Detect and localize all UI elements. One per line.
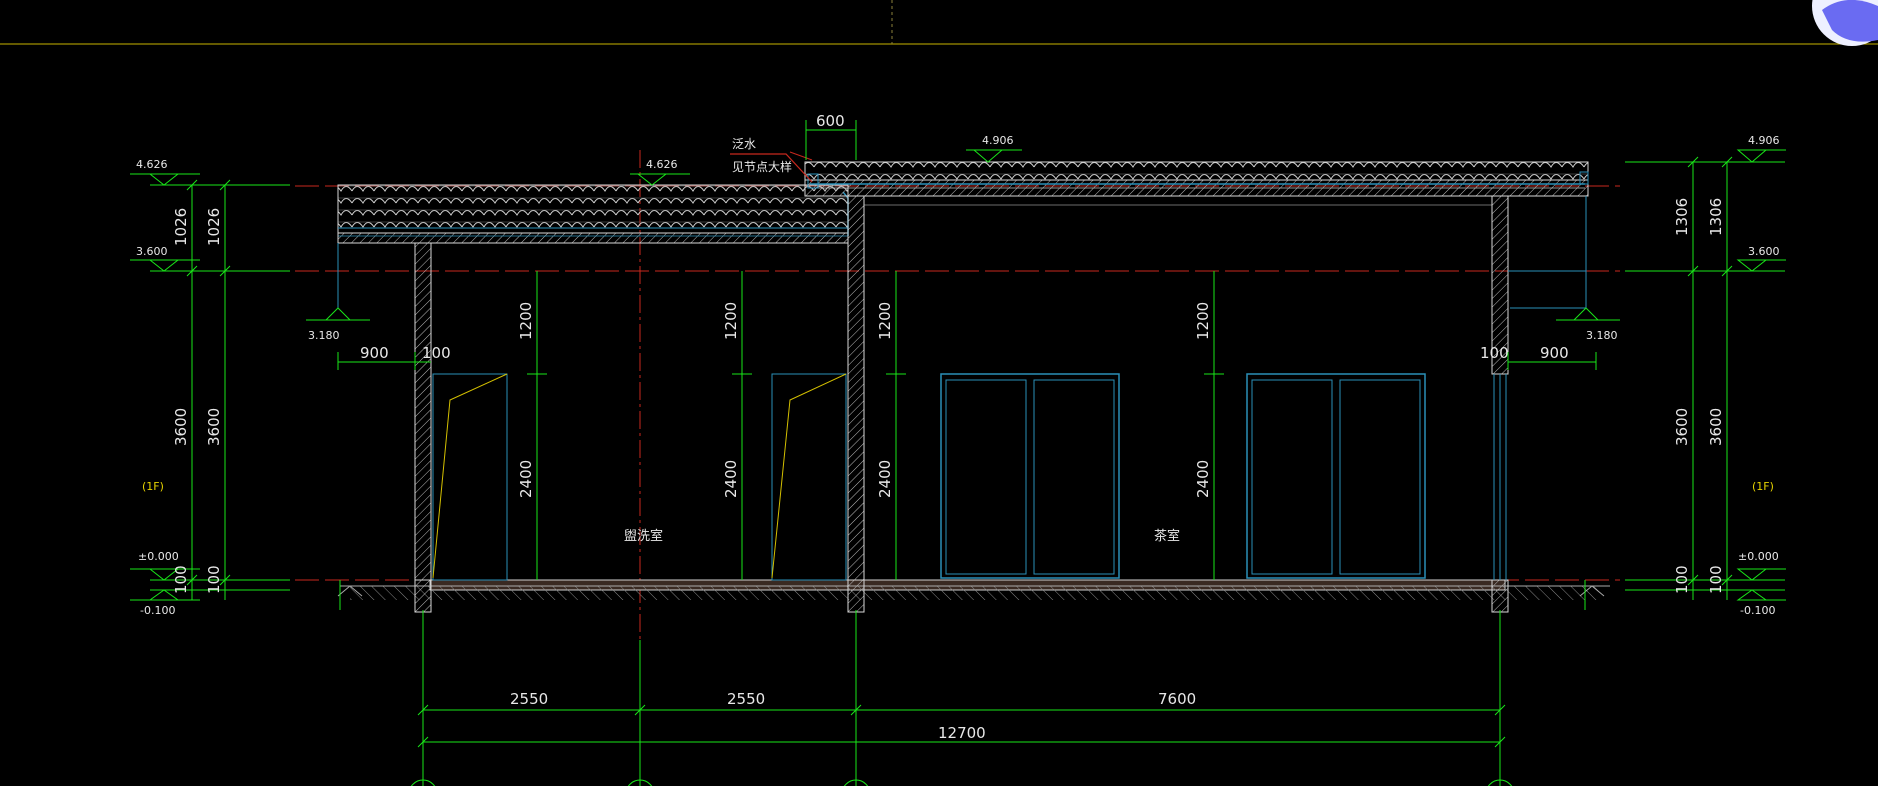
note-flashing: 泛水 [732,137,756,151]
dim-left-roof-b: 1026 [205,208,223,246]
room-tea-room: 茶室 [1154,528,1180,544]
level-left-roof-top: 4.626 [136,158,168,171]
level-right-outdoor: -0.100 [1740,604,1775,617]
dim-win-low-3: 2400 [876,460,894,498]
dim-bay-3: 7600 [1158,690,1196,708]
dim-win-top-3: 1200 [876,302,894,340]
section-drawing: 4.626 4.626 4.906 4.906 3.600 3.600 3.18… [0,0,1878,786]
level-right-soffit: 3.180 [1586,329,1618,342]
dim-right-base-b: 100 [1707,565,1725,594]
dim-left-wall: 100 [422,344,451,362]
dim-bay-1: 2550 [510,690,548,708]
centerlines [295,150,1620,786]
level-right-eave: 3.600 [1748,245,1780,258]
dim-win-low-1: 2400 [517,460,535,498]
dim-left-floor-b: 3600 [205,408,223,446]
floor-tag-left: (1F) [142,480,164,493]
dim-left-base-a: 100 [172,565,190,594]
level-left-ground: ±0.000 [138,550,179,563]
level-right-ground: ±0.000 [1738,550,1779,563]
dim-win-low-4: 2400 [1194,460,1212,498]
dim-win-top-4: 1200 [1194,302,1212,340]
dim-win-top-2: 1200 [722,302,740,340]
floor-tag-right: (1F) [1752,480,1774,493]
room-washroom: 盥洗室 [624,528,663,544]
dim-win-top-1: 1200 [517,302,535,340]
walls [414,195,1509,613]
viewport-header [0,0,1878,45]
level-right-roof-top-far: 4.906 [1748,134,1780,147]
dim-right-base-a: 100 [1673,565,1691,594]
dim-win-low-2: 2400 [722,460,740,498]
app-logo-icon[interactable] [1812,0,1878,46]
note-see-detail: 见节点大样 [732,159,792,174]
dim-right-floor-b: 3600 [1707,408,1725,446]
level-right-roof-top: 4.906 [982,134,1014,147]
level-left-outdoor: -0.100 [140,604,175,617]
dim-right-wall: 100 [1480,344,1509,362]
dim-right-roof-b: 1306 [1707,198,1725,236]
dim-right-roof-a: 1306 [1673,198,1691,236]
dim-right-overhang: 900 [1540,344,1569,362]
right-roof [804,161,1589,197]
dim-total: 12700 [938,724,986,742]
left-roof [337,184,849,244]
dim-left-overhang: 900 [360,344,389,362]
dim-left-base-b: 100 [205,565,223,594]
level-mid-roof-top: 4.626 [646,158,678,171]
openings [432,271,1426,581]
dim-bay-2: 2550 [727,690,765,708]
dim-left-roof-a: 1026 [172,208,190,246]
dim-600: 600 [816,112,845,130]
level-left-soffit: 3.180 [308,329,340,342]
ground-slab [337,579,1610,600]
dim-right-floor-a: 3600 [1673,408,1691,446]
level-left-eave: 3.600 [136,245,168,258]
dim-left-floor-a: 3600 [172,408,190,446]
